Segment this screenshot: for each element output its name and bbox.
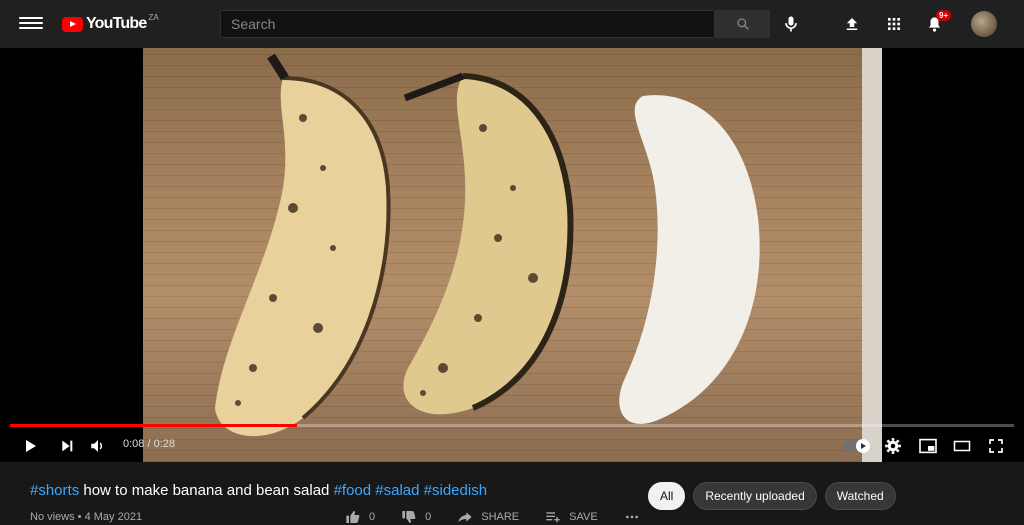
video-player[interactable]: 0:08 / 0:28 <box>0 48 1024 462</box>
fullscreen-button[interactable] <box>984 434 1008 458</box>
voice-search-button[interactable] <box>779 12 803 36</box>
skip-next-icon <box>62 440 73 452</box>
avatar[interactable] <box>971 11 997 37</box>
play-button[interactable] <box>18 434 42 458</box>
video-content-bananas <box>215 53 760 437</box>
thumbs-up-icon <box>346 511 360 523</box>
player-controls: 0:08 / 0:28 <box>0 428 1024 462</box>
like-button[interactable]: 0 <box>345 509 375 525</box>
microphone-icon <box>785 16 797 32</box>
logo-text: YouTube <box>86 15 147 32</box>
miniplayer-button[interactable] <box>916 434 940 458</box>
gear-icon <box>885 438 901 454</box>
filter-chips: All Recently uploaded Watched <box>648 482 896 510</box>
apps-grid-icon <box>888 18 900 30</box>
miniplayer-icon <box>919 438 937 454</box>
share-button[interactable]: SHARE <box>457 509 519 525</box>
progress-bar[interactable] <box>10 424 1014 427</box>
autoplay-toggle[interactable] <box>843 439 870 453</box>
youtube-logo[interactable]: YouTube ZA <box>62 13 159 35</box>
hashtag-link[interactable]: #shorts <box>30 482 79 499</box>
top-bar: YouTube ZA 9+ <box>0 0 1024 48</box>
fullscreen-icon <box>989 439 1003 453</box>
region-code: ZA <box>148 12 159 22</box>
hashtag-link[interactable]: #food <box>334 482 372 499</box>
like-count: 0 <box>369 511 376 523</box>
playlist-add-icon <box>546 512 560 523</box>
video-info-section: #shorts how to make banana and bean sala… <box>0 462 1024 523</box>
dislike-button[interactable]: 0 <box>401 509 431 525</box>
hashtag-link[interactable]: #sidedish <box>424 482 487 499</box>
apps-button[interactable] <box>882 12 906 36</box>
upload-button[interactable] <box>840 12 864 36</box>
chip-watched[interactable]: Watched <box>824 482 896 510</box>
play-icon <box>26 440 36 452</box>
hashtag-link[interactable]: #salad <box>375 482 419 499</box>
youtube-play-icon <box>62 16 83 32</box>
save-label: SAVE <box>569 511 598 523</box>
autoplay-play-icon <box>861 443 866 449</box>
autoplay-knob <box>856 439 870 453</box>
volume-icon <box>91 440 103 452</box>
more-actions-button[interactable] <box>624 509 640 525</box>
mute-button[interactable] <box>86 434 110 458</box>
save-button[interactable]: SAVE <box>545 509 598 525</box>
dislike-count: 0 <box>425 511 432 523</box>
video-actions: 0 0 SHARE SAVE <box>345 509 640 525</box>
chip-all[interactable]: All <box>648 482 686 510</box>
upload-icon <box>846 18 858 30</box>
chip-recently-uploaded[interactable]: Recently uploaded <box>693 482 817 510</box>
thumbs-down-icon <box>402 511 416 523</box>
progress-played <box>10 424 297 427</box>
time-display: 0:08 / 0:28 <box>123 438 175 450</box>
share-icon <box>458 512 472 523</box>
theater-icon <box>953 440 971 452</box>
search-button[interactable] <box>715 10 770 38</box>
video-frame[interactable] <box>143 48 882 462</box>
share-label: SHARE <box>481 511 520 523</box>
more-horizontal-icon <box>625 515 638 519</box>
settings-button[interactable] <box>881 434 905 458</box>
menu-icon[interactable] <box>19 14 43 34</box>
video-meta: No views • 4 May 2021 <box>30 511 143 523</box>
search-input[interactable] <box>220 10 715 38</box>
search-icon <box>736 18 749 30</box>
theater-mode-button[interactable] <box>950 434 974 458</box>
title-text: how to make banana and bean salad <box>79 482 334 499</box>
notification-badge: 9+ <box>936 10 952 21</box>
next-button[interactable] <box>55 434 79 458</box>
video-title: #shorts how to make banana and bean sala… <box>30 482 487 499</box>
